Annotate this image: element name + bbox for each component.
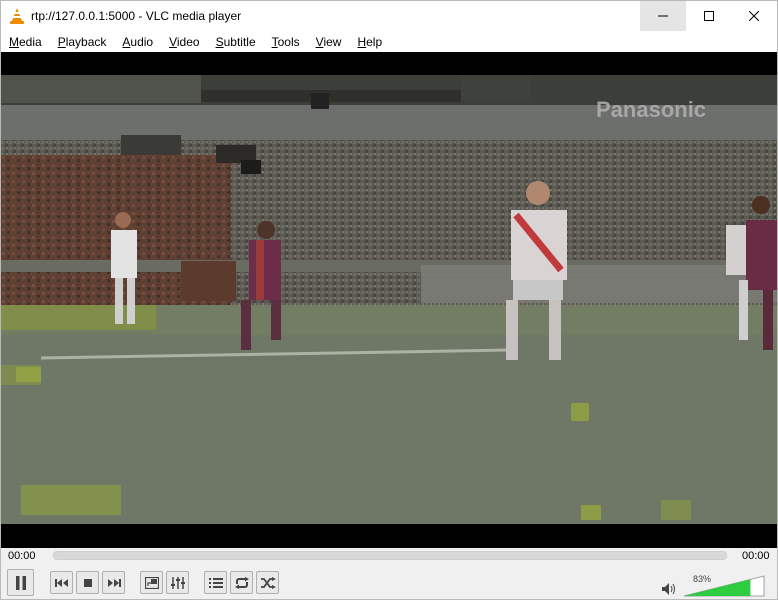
menu-tools[interactable]: Tools	[272, 35, 300, 49]
speaker-icon[interactable]	[662, 583, 676, 595]
elapsed-time: 00:00	[8, 550, 36, 562]
menu-view[interactable]: View	[316, 35, 342, 49]
next-icon	[107, 578, 121, 587]
menu-subtitle-label: ubtitle	[223, 34, 256, 49]
pause-button[interactable]	[7, 569, 34, 596]
volume-fill	[684, 579, 751, 596]
menu-audio[interactable]: Audio	[122, 35, 153, 49]
menu-bar: Media Playback Audio Video Subtitle Tool…	[1, 31, 777, 52]
menu-media-label: edia	[19, 34, 42, 49]
minimize-icon	[658, 15, 668, 17]
seek-row: 00:00 00:00	[1, 548, 777, 566]
menu-subtitle[interactable]: Subtitle	[216, 35, 256, 49]
vlc-window: rtp://127.0.0.1:5000 - VLC media player …	[0, 0, 778, 600]
shuffle-icon	[260, 576, 276, 589]
video-output[interactable]: Panasonic	[1, 52, 777, 548]
menu-media-mnemonic: M	[9, 34, 19, 49]
playlist-button[interactable]	[204, 571, 227, 594]
maximize-icon	[704, 11, 714, 21]
control-bar: 83%	[1, 566, 777, 599]
menu-view-label: iew	[323, 34, 342, 49]
random-button[interactable]	[256, 571, 279, 594]
maximize-button[interactable]	[686, 1, 732, 31]
volume-slider[interactable]	[683, 575, 765, 597]
menu-help[interactable]: Help	[357, 35, 382, 49]
playlist-icon	[208, 577, 223, 588]
loop-button[interactable]	[230, 571, 253, 594]
menu-help-mnemonic: H	[357, 34, 367, 49]
menu-video-mnemonic: V	[169, 34, 177, 49]
menu-media[interactable]: Media	[9, 35, 42, 49]
stop-button[interactable]	[76, 571, 99, 594]
fullscreen-icon	[144, 576, 159, 589]
fullscreen-button[interactable]	[140, 571, 163, 594]
loop-icon	[234, 576, 249, 589]
menu-help-label: elp	[366, 34, 383, 49]
previous-button[interactable]	[50, 571, 73, 594]
minimize-button[interactable]	[640, 1, 686, 31]
equalizer-icon	[170, 576, 185, 589]
video-frame: Panasonic	[1, 75, 777, 524]
extended-settings-button[interactable]	[166, 571, 189, 594]
close-icon	[749, 11, 759, 21]
title-bar[interactable]: rtp://127.0.0.1:5000 - VLC media player	[1, 1, 777, 31]
total-time: 00:00	[742, 550, 770, 562]
pause-icon	[15, 575, 26, 590]
menu-video[interactable]: Video	[169, 35, 199, 49]
menu-tools-label: ools	[277, 34, 300, 49]
menu-video-label: ideo	[176, 34, 200, 49]
next-button[interactable]	[102, 571, 125, 594]
menu-playback-label: layback	[65, 34, 107, 49]
window-title: rtp://127.0.0.1:5000 - VLC media player	[31, 9, 242, 23]
menu-playback[interactable]: Playback	[58, 35, 107, 49]
seek-slider[interactable]	[53, 551, 727, 560]
close-button[interactable]	[731, 1, 777, 31]
stadium-ad-text: Panasonic	[596, 97, 706, 122]
previous-icon	[54, 578, 68, 587]
menu-playback-mnemonic: P	[57, 34, 66, 49]
menu-subtitle-mnemonic: S	[215, 34, 224, 49]
stop-icon	[83, 578, 92, 587]
vlc-cone-icon	[10, 8, 24, 24]
menu-audio-label: udio	[130, 34, 154, 49]
